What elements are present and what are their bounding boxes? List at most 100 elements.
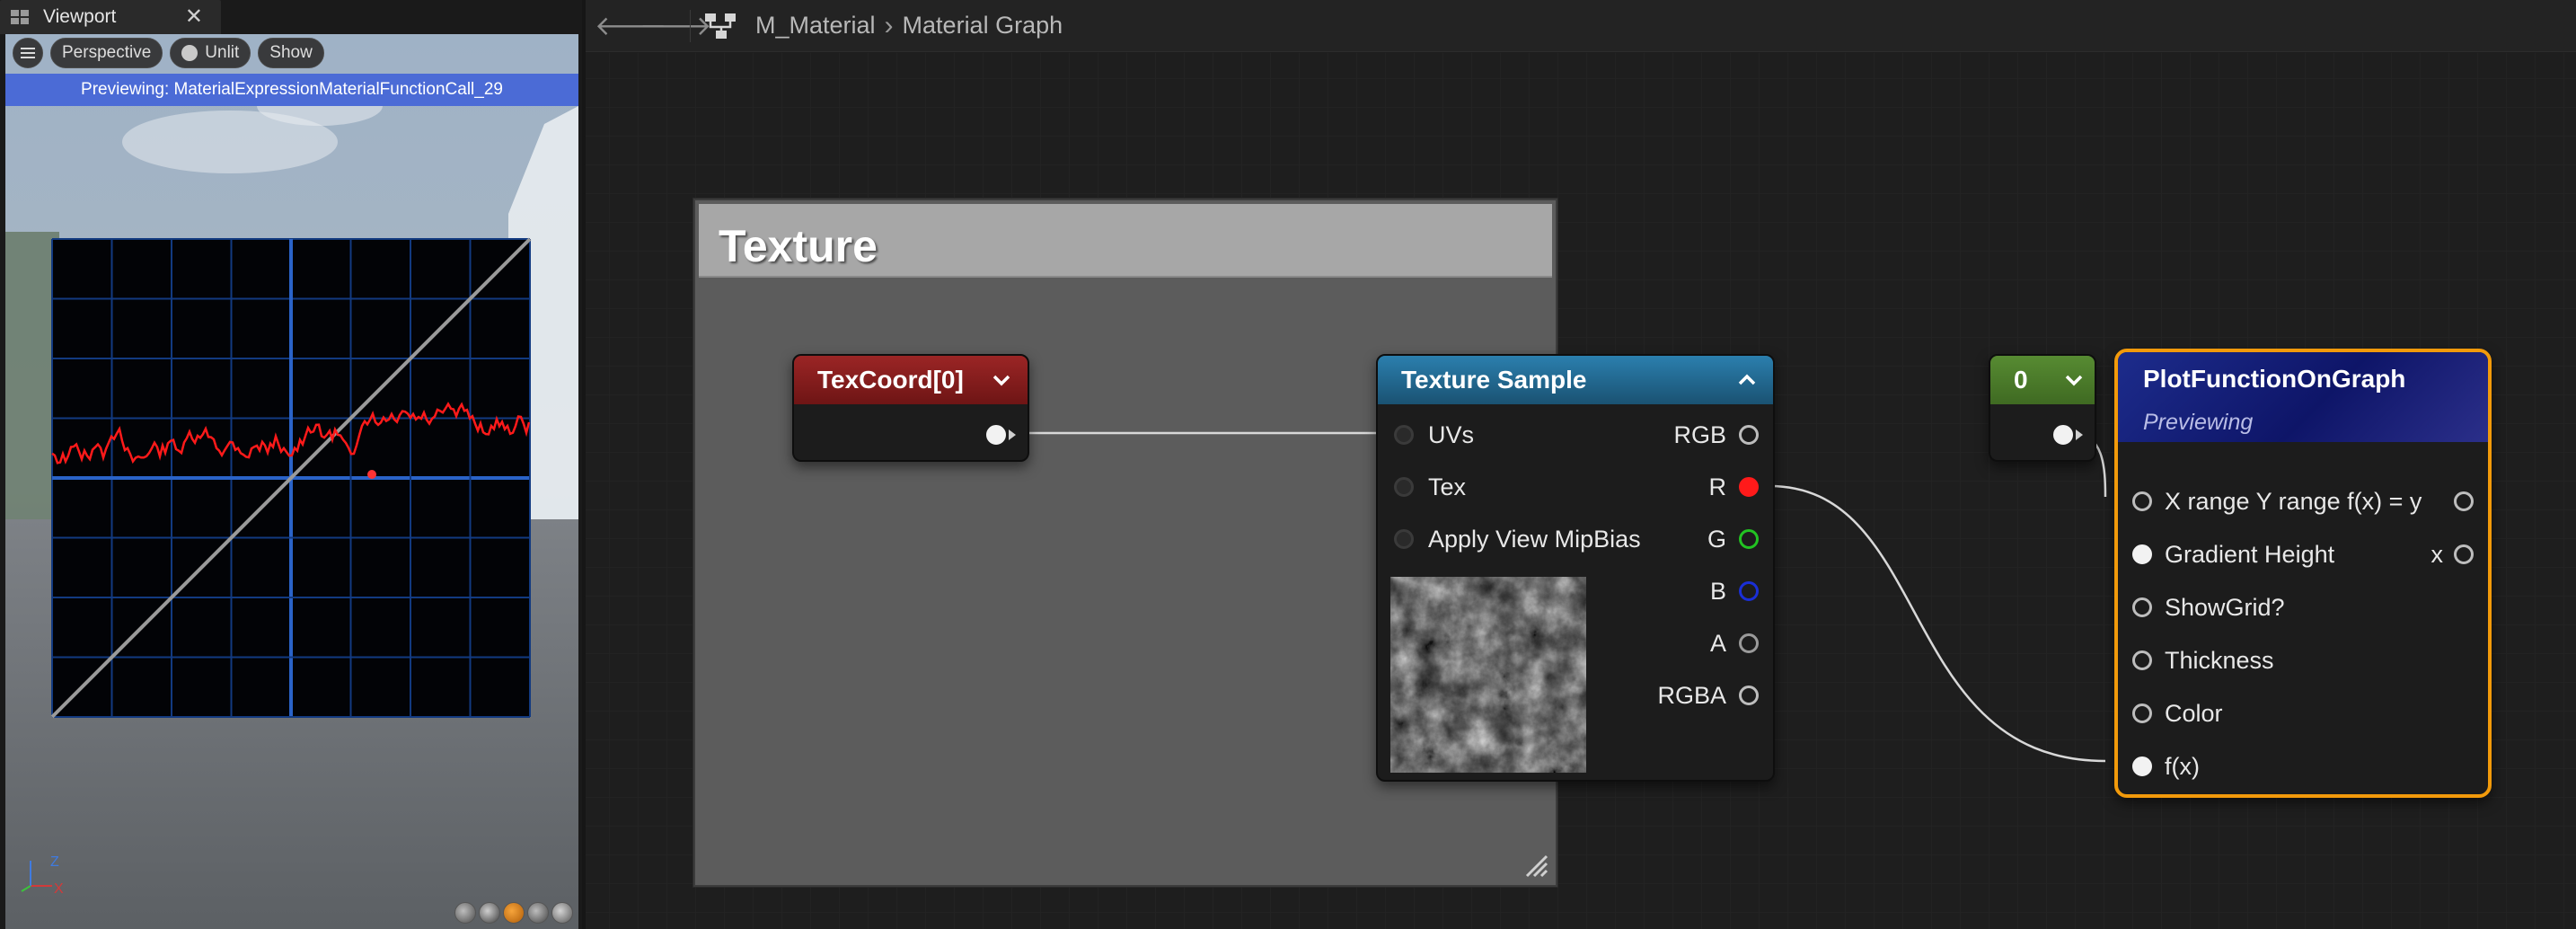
axis-gizmo-icon: Z X <box>21 854 64 897</box>
comment-title: Texture <box>719 221 878 271</box>
breadcrumb-chevron-icon: › <box>884 10 894 40</box>
texcoord-node[interactable]: TexCoord[0] <box>792 354 1029 462</box>
hamburger-menu-icon <box>21 48 35 58</box>
plot-input-pin-thickness[interactable] <box>2132 650 2152 670</box>
plot-marker <box>367 470 376 479</box>
texture-sample-node[interactable]: Texture Sample UVs Tex Apply View MipBia… <box>1376 354 1775 782</box>
output-label-r: R <box>1708 473 1727 500</box>
function-plot-preview <box>50 237 532 719</box>
plot-function-node[interactable]: PlotFunctionOnGraph Previewing X range Y… <box>2114 349 2492 798</box>
texture-thumbnail <box>1390 577 1586 773</box>
preview-cylinder-icon[interactable] <box>454 902 476 924</box>
preview-sphere-icon[interactable] <box>479 902 500 924</box>
material-graph-icon[interactable] <box>703 11 739 41</box>
chevron-up-icon[interactable] <box>1735 368 1759 392</box>
plot-input-row-fx: f(x) <box>2132 748 2200 784</box>
plot-input-row-xrange: X range Y range f(x) = y <box>2132 483 2422 519</box>
plot-input-row-color: Color <box>2132 695 2223 731</box>
output-pin-row-rgb: RGB <box>1673 417 1759 453</box>
axis-x-label: X <box>54 881 64 897</box>
viewport-panel: Viewport ✕ Perspective Unlit Show Previe… <box>0 0 582 929</box>
plot-input-pin-fx[interactable] <box>2132 756 2152 776</box>
output-label-g: G <box>1707 525 1726 553</box>
output-pin-row-g: G <box>1707 521 1759 557</box>
plot-function-node-subtitle: Previewing <box>2143 410 2254 435</box>
viewport-menu-button[interactable] <box>13 38 43 68</box>
plot-output-pin-x[interactable] <box>2454 544 2474 564</box>
plot-function-node-title: PlotFunctionOnGraph <box>2143 365 2406 393</box>
plot-input-label-showgrid: ShowGrid? <box>2165 593 2285 621</box>
plot-input-pin-xrange[interactable] <box>2132 491 2152 511</box>
plot-input-row-thickness: Thickness <box>2132 642 2274 678</box>
lighting-mode-icon <box>181 45 198 61</box>
forward-arrow-icon[interactable]: 🡒 <box>640 10 711 42</box>
viewport-tab[interactable]: Viewport ✕ <box>0 0 221 34</box>
output-pin-row-a: A <box>1710 625 1759 661</box>
input-pin-row-tex: Tex <box>1394 469 1466 505</box>
plot-function-node-header[interactable]: PlotFunctionOnGraph Previewing <box>2118 352 2488 442</box>
plot-input-pin-showgrid[interactable] <box>2132 597 2152 617</box>
constant-node-title: 0 <box>2014 366 2028 394</box>
input-label-tex: Tex <box>1428 473 1467 500</box>
comment-title-bar[interactable]: Texture <box>699 204 1552 278</box>
preview-teapot-icon[interactable] <box>551 902 573 924</box>
input-pin-uvs[interactable] <box>1394 425 1414 445</box>
output-pin-r[interactable] <box>1739 477 1759 497</box>
back-arrow-icon[interactable]: 🡐 <box>595 10 666 42</box>
breadcrumb-graph[interactable]: Material Graph <box>903 12 1063 40</box>
view-mode-label: Unlit <box>205 43 240 62</box>
view-mode-button[interactable]: Unlit <box>170 38 251 68</box>
chevron-down-icon[interactable] <box>990 368 1013 392</box>
plot-input-row-showgrid: ShowGrid? <box>2132 589 2285 625</box>
viewport-layout-icon <box>11 10 31 24</box>
output-arrow-icon <box>2076 429 2083 440</box>
input-pin-tex[interactable] <box>1394 477 1414 497</box>
close-icon[interactable]: ✕ <box>185 4 203 30</box>
show-button[interactable]: Show <box>258 38 324 68</box>
resize-handle-icon[interactable] <box>1522 851 1548 878</box>
output-pin-g[interactable] <box>1739 529 1759 549</box>
output-arrow-icon <box>1009 429 1016 440</box>
viewport-toolbar: Perspective Unlit Show <box>13 37 324 69</box>
texcoord-node-title: TexCoord[0] <box>817 366 964 394</box>
texture-sample-node-header[interactable]: Texture Sample <box>1378 356 1773 404</box>
plot-input-row-gradient-height: Gradient Height <box>2132 536 2334 572</box>
graph-canvas[interactable]: Texture TexCoord[0] Texture Sample UVs T… <box>586 53 2576 929</box>
viewport-tab-title: Viewport <box>43 6 117 27</box>
plot-output-pin-result[interactable] <box>2454 491 2474 511</box>
graph-header: 🡐 🡒 M_Material › Material Graph <box>586 0 2576 52</box>
input-pin-row-mipbias: Apply View MipBias <box>1394 521 1641 557</box>
preview-cube-icon[interactable] <box>527 902 549 924</box>
output-pin-a[interactable] <box>1739 633 1759 653</box>
constant-node[interactable]: 0 <box>1989 354 2096 462</box>
perspective-button[interactable]: Perspective <box>50 38 163 68</box>
chevron-down-icon[interactable] <box>2062 368 2086 392</box>
plot-output-label-x: x <box>2430 540 2444 568</box>
viewport-preview-area[interactable]: Perspective Unlit Show Previewing: Mater… <box>5 34 578 929</box>
plot-input-label-xrange: X range Y range f(x) = y <box>2165 487 2422 515</box>
texcoord-output-pin[interactable] <box>986 425 1006 445</box>
plot-input-label-fx: f(x) <box>2165 752 2200 780</box>
plot-input-pin-gradient-height[interactable] <box>2132 544 2152 564</box>
output-pin-row-b: B <box>1710 573 1759 609</box>
input-pin-mipbias[interactable] <box>1394 529 1414 549</box>
plot-input-pin-color[interactable] <box>2132 703 2152 723</box>
wire-r-to-fx <box>1769 484 2106 763</box>
plot-output-row-xrange <box>2454 483 2474 519</box>
output-pin-rgb[interactable] <box>1739 425 1759 445</box>
preview-shape-selector <box>454 902 573 924</box>
breadcrumb-asset[interactable]: M_Material <box>755 12 876 40</box>
plot-input-label-thickness: Thickness <box>2165 646 2274 674</box>
output-label-rgba: RGBA <box>1657 681 1726 709</box>
material-graph-panel: 🡐 🡒 M_Material › Material Graph Texture <box>586 0 2576 929</box>
constant-output-pin-row <box>2053 417 2083 453</box>
axis-z-label: Z <box>50 854 59 870</box>
constant-output-pin[interactable] <box>2053 425 2073 445</box>
output-pin-b[interactable] <box>1739 581 1759 601</box>
texcoord-node-header[interactable]: TexCoord[0] <box>794 356 1028 404</box>
output-pin-rgba[interactable] <box>1739 686 1759 705</box>
constant-node-header[interactable]: 0 <box>1990 356 2095 404</box>
preview-banner: Previewing: MaterialExpressionMaterialFu… <box>5 74 578 106</box>
output-label-rgb: RGB <box>1673 420 1726 448</box>
preview-plane-icon[interactable] <box>503 902 525 924</box>
